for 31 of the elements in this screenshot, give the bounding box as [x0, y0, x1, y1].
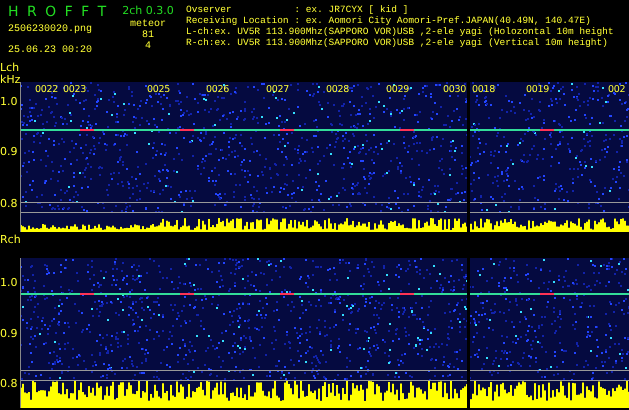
- time-label: 0018: [472, 84, 495, 95]
- time-label: 0026: [206, 84, 229, 95]
- meteor-label: meteor: [130, 19, 166, 30]
- meteor-count: 4: [144, 41, 151, 52]
- info-line: L-ch:ex. UV5R 113.900Mhz(SAPPORO VOR)USB ,2-ele yagi (Holozontal 10m height: [186, 26, 614, 37]
- info-line: Receiving Location : ex. Aomori City Aomori-Pref.JAPAN(40.49N, 140.47E): [186, 15, 592, 26]
- app-title: H R O F F T: [8, 4, 108, 20]
- time-label: 0028: [326, 84, 349, 95]
- axis-tick-label: 0.9: [0, 328, 18, 340]
- channel-label: Rch: [0, 234, 21, 246]
- time-label: 0023: [63, 84, 86, 95]
- time-label: 002: [608, 84, 626, 95]
- info-line: R-ch:ex. UV5R 113.900Mhz(SAPPORO VOR)USB ,2-ele yagi (Vertical 10m height): [186, 37, 609, 48]
- time-label: 0025: [147, 84, 170, 95]
- unit-label: kHz: [0, 74, 20, 86]
- time-label: 0029: [386, 84, 409, 95]
- time-label: 0022: [35, 84, 58, 95]
- time-label: 0030: [443, 84, 466, 95]
- time-label: 0027: [266, 84, 289, 95]
- filename: 2506230020.png: [8, 24, 94, 35]
- axis-tick-label: 1.0: [0, 277, 18, 289]
- axis-tick-label: 0.9: [0, 146, 18, 158]
- meteor-count: 81: [142, 30, 154, 41]
- axis-tick-label: 0.8: [0, 378, 18, 390]
- axis-tick-label: 1.0: [0, 96, 18, 108]
- datetime: 25.06.23 00:20: [8, 45, 94, 56]
- time-label: 0019: [526, 84, 549, 95]
- info-line: Ovserver : ex. JR7CYX [ kid ]: [186, 4, 410, 15]
- version-label: 2ch 0.3.0: [122, 4, 174, 17]
- channel-label: Lch: [0, 62, 20, 74]
- axis-tick-label: 0.8: [0, 198, 18, 210]
